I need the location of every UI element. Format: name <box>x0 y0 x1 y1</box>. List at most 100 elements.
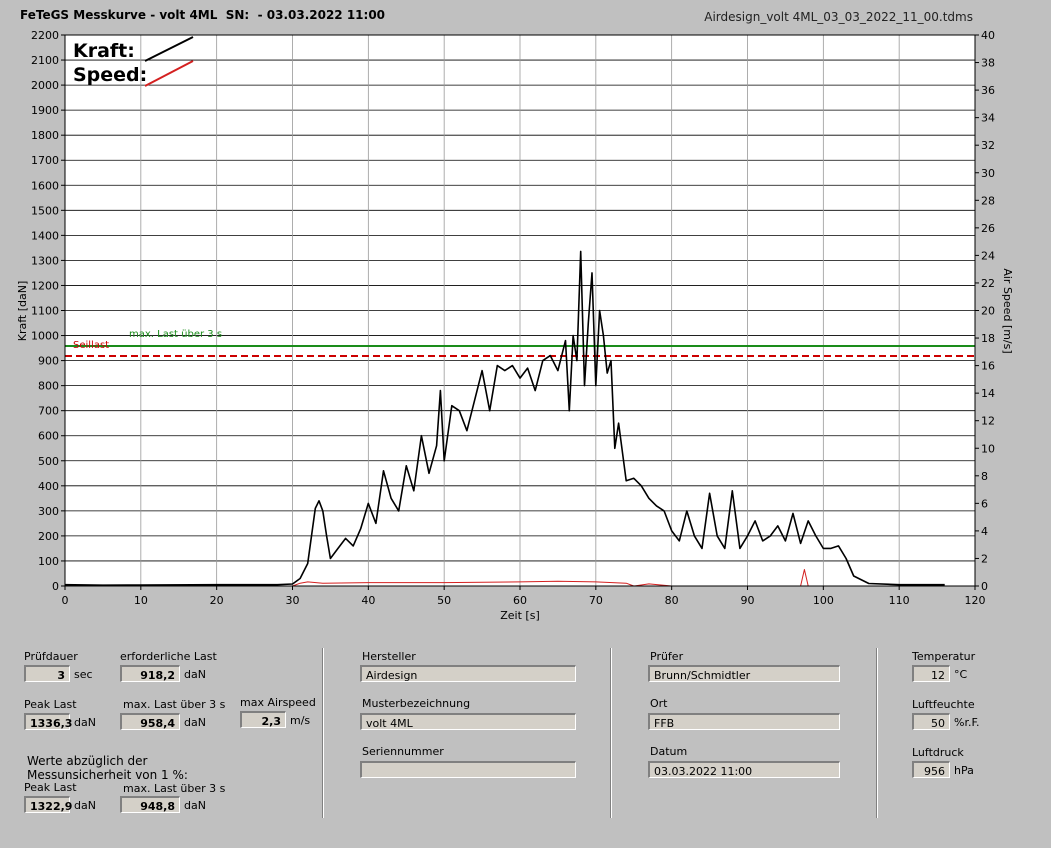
werte-note-line2: Messunsicherheit von 1 %: <box>27 768 188 782</box>
y-tick-label: 0 <box>52 580 59 593</box>
ort-value: FFB <box>648 713 840 730</box>
y-tick-label: 400 <box>38 480 59 493</box>
y-tick-label: 100 <box>38 555 59 568</box>
luftdruck-unit: hPa <box>954 764 974 777</box>
y-tick-label: 1900 <box>31 104 59 117</box>
temperatur-value: 12 <box>912 665 950 682</box>
max-airspeed-value: 2,3 <box>240 711 286 728</box>
y-tick-label: 500 <box>38 455 59 468</box>
y2-tick-label: 0 <box>981 580 988 593</box>
y2-tick-label: 2 <box>981 552 988 565</box>
max-last-3s-corr-value: 948,8 <box>120 796 180 813</box>
peak-last-unit: daN <box>74 716 96 729</box>
y2-tick-label: 22 <box>981 277 995 290</box>
y2-tick-label: 24 <box>981 249 995 262</box>
peak-last-corr-value: 1322,9 <box>24 796 72 813</box>
x-tick-label: 0 <box>62 594 69 607</box>
erforderliche-last-value: 918,2 <box>120 665 180 682</box>
reference-label-seillast: Seillast <box>73 340 109 351</box>
x-axis-label: Zeit [s] <box>500 609 539 622</box>
x-tick-label: 40 <box>361 594 375 607</box>
werte-note-line1: Werte abzüglich der <box>27 754 148 768</box>
x-tick-label: 70 <box>589 594 603 607</box>
hersteller-value: Airdesign <box>360 665 576 682</box>
max-last-3s-corr-unit: daN <box>184 799 206 812</box>
max-last-3s-corr-label: max. Last über 3 s <box>123 782 226 795</box>
luftdruck-value: 956 <box>912 761 950 778</box>
pruefdauer-value: 3 <box>24 665 70 682</box>
pruefdauer-unit: sec <box>74 668 93 681</box>
y2-tick-label: 10 <box>981 442 995 455</box>
max-airspeed-label: max Airspeed <box>240 696 316 709</box>
seriennummer-label: Seriennummer <box>362 745 444 758</box>
y2-tick-label: 14 <box>981 387 995 400</box>
y-axis-label: Kraft [daN] <box>16 281 29 342</box>
luftfeuchte-unit: %r.F. <box>954 716 980 729</box>
datum-value: 03.03.2022 11:00 <box>648 761 840 778</box>
y2-tick-label: 18 <box>981 332 995 345</box>
y-tick-label: 900 <box>38 355 59 368</box>
y-tick-label: 2000 <box>31 79 59 92</box>
x-tick-label: 120 <box>965 594 986 607</box>
x-tick-label: 60 <box>513 594 527 607</box>
y-tick-label: 2100 <box>31 54 59 67</box>
datum-label: Datum <box>650 745 688 758</box>
temperatur-label: Temperatur <box>912 650 976 663</box>
y-tick-label: 1300 <box>31 254 59 267</box>
y2-tick-label: 28 <box>981 194 995 207</box>
panel-separator-2 <box>610 648 612 818</box>
peak-last-value: 1336,3 <box>24 713 72 730</box>
y2-tick-label: 32 <box>981 139 995 152</box>
ort-label: Ort <box>650 697 668 710</box>
temperatur-unit: °C <box>954 668 968 681</box>
y2-tick-label: 26 <box>981 222 995 235</box>
y2-tick-label: 20 <box>981 305 995 318</box>
luftfeuchte-value: 50 <box>912 713 950 730</box>
y2-tick-label: 38 <box>981 57 995 70</box>
y2-tick-label: 6 <box>981 497 988 510</box>
x-tick-label: 110 <box>889 594 910 607</box>
y-tick-label: 1800 <box>31 129 59 142</box>
y2-tick-label: 4 <box>981 525 988 538</box>
x-tick-label: 50 <box>437 594 451 607</box>
x-tick-label: 90 <box>741 594 755 607</box>
y2-tick-label: 40 <box>981 29 995 42</box>
y-tick-label: 700 <box>38 405 59 418</box>
musterbezeichnung-value: volt 4ML <box>360 713 576 730</box>
x-tick-label: 80 <box>665 594 679 607</box>
reference-label-max-last: max. Last über 3 s <box>129 329 222 340</box>
y-tick-label: 1200 <box>31 279 59 292</box>
y2-tick-label: 16 <box>981 360 995 373</box>
y-tick-label: 1000 <box>31 330 59 343</box>
y-tick-label: 1400 <box>31 229 59 242</box>
y2-tick-label: 34 <box>981 112 995 125</box>
peak-last-corr-label: Peak Last <box>24 781 77 794</box>
y2-tick-label: 8 <box>981 470 988 483</box>
erforderliche-last-unit: daN <box>184 668 206 681</box>
x-tick-label: 100 <box>813 594 834 607</box>
y-tick-label: 300 <box>38 505 59 518</box>
luftdruck-label: Luftdruck <box>912 746 964 759</box>
panel-separator-3 <box>876 648 878 818</box>
peak-last-corr-unit: daN <box>74 799 96 812</box>
pruefer-value: Brunn/Schmidtler <box>648 665 840 682</box>
force-speed-chart: 0100200300400500600700800900100011001200… <box>16 29 1014 622</box>
hersteller-label: Hersteller <box>362 650 416 663</box>
y-tick-label: 1600 <box>31 179 59 192</box>
musterbezeichnung-label: Musterbezeichnung <box>362 697 471 710</box>
x-tick-label: 20 <box>210 594 224 607</box>
y-tick-label: 1500 <box>31 204 59 217</box>
luftfeuchte-label: Luftfeuchte <box>912 698 975 711</box>
legend-speed-label: Speed: <box>73 64 147 86</box>
x-tick-label: 30 <box>286 594 300 607</box>
peak-last-label: Peak Last <box>24 698 77 711</box>
max-airspeed-unit: m/s <box>290 714 311 727</box>
y2-tick-label: 12 <box>981 415 995 428</box>
max-last-3s-value: 958,4 <box>120 713 180 730</box>
y2-tick-label: 30 <box>981 167 995 180</box>
y-tick-label: 800 <box>38 380 59 393</box>
seriennummer-value <box>360 761 576 778</box>
erforderliche-last-label: erforderliche Last <box>120 650 217 663</box>
y2-tick-label: 36 <box>981 84 995 97</box>
max-last-3s-unit: daN <box>184 716 206 729</box>
